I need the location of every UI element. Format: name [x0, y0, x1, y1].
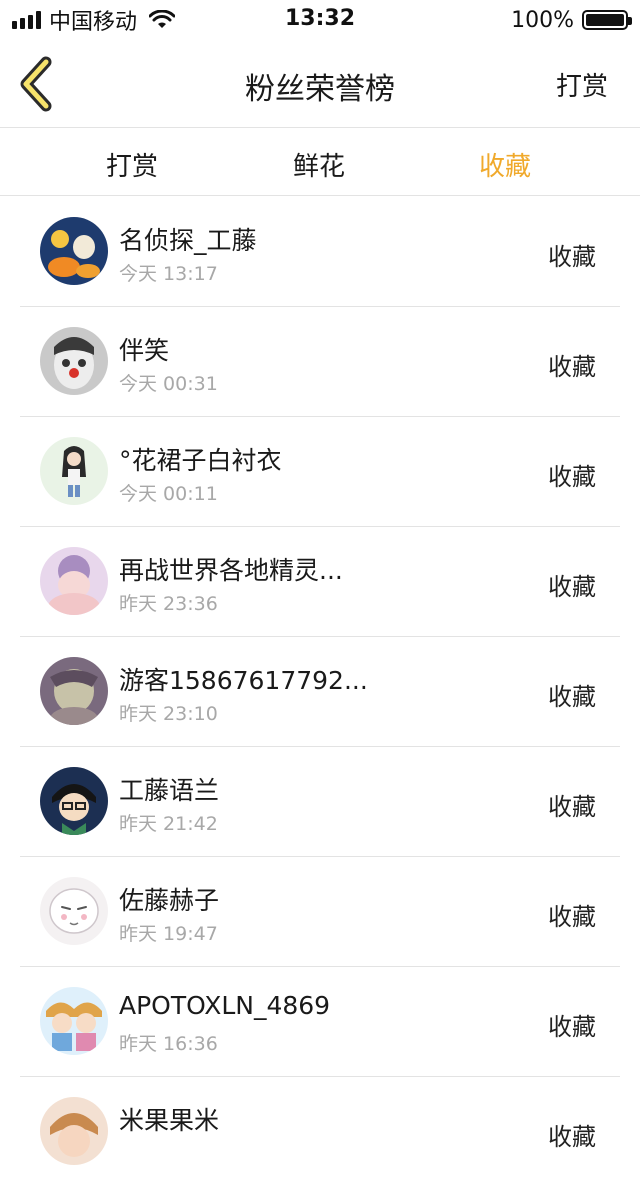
list-item[interactable]: 米果果米 收藏: [20, 1077, 620, 1187]
list-item[interactable]: 再战世界各地精灵... 昨天 23:36 收藏: [20, 527, 620, 637]
page-title: 粉丝荣誉榜: [245, 72, 395, 107]
avatar: [40, 437, 108, 505]
avatar: [40, 217, 108, 285]
fan-action: 收藏: [548, 1013, 596, 1041]
fan-list: 名侦探_工藤 今天 13:17 收藏 伴笑 今天 00:31 收藏 °花裙子白衬…: [0, 197, 640, 1187]
fan-action: 收藏: [548, 243, 596, 271]
tab-bar: 打赏 鲜花 收藏: [0, 128, 640, 196]
battery-percent: 100%: [511, 7, 574, 33]
fan-action: 收藏: [548, 463, 596, 491]
fan-action: 收藏: [548, 1123, 596, 1151]
avatar: [40, 547, 108, 615]
fan-name: 工藤语兰: [119, 776, 220, 805]
list-item[interactable]: 工藤语兰 昨天 21:42 收藏: [20, 747, 620, 857]
status-right: 100%: [511, 6, 632, 34]
fan-time: 今天 00:31: [119, 373, 218, 395]
battery-icon: [582, 10, 632, 30]
fan-time: 昨天 23:36: [119, 593, 218, 615]
list-item[interactable]: APOTOXLN_4869 昨天 16:36 收藏: [20, 967, 620, 1077]
avatar: [40, 1097, 108, 1165]
fan-action: 收藏: [548, 353, 596, 381]
fan-name: 伴笑: [119, 336, 170, 365]
fan-name: 米果果米: [119, 1106, 220, 1135]
list-item[interactable]: 佐藤赫子 昨天 19:47 收藏: [20, 857, 620, 967]
avatar: [40, 767, 108, 835]
status-bar: 中国移动 13:32 100%: [0, 0, 640, 40]
reward-button[interactable]: 打赏: [556, 66, 608, 103]
fan-time: 昨天 23:10: [119, 703, 218, 725]
fan-action: 收藏: [548, 573, 596, 601]
avatar: [40, 327, 108, 395]
tab-favorites[interactable]: 收藏: [445, 146, 565, 183]
avatar: [40, 657, 108, 725]
fan-name: APOTOXLN_4869: [119, 991, 331, 1020]
fan-name: 游客15867617792...: [119, 666, 368, 695]
fan-action: 收藏: [548, 903, 596, 931]
fan-time: 今天 13:17: [119, 263, 218, 285]
list-item[interactable]: 名侦探_工藤 今天 13:17 收藏: [20, 197, 620, 307]
fan-time: 昨天 16:36: [119, 1033, 218, 1055]
fan-name: 佐藤赫子: [119, 886, 220, 915]
list-item[interactable]: °花裙子白衬衣 今天 00:11 收藏: [20, 417, 620, 527]
fan-time: 昨天 21:42: [119, 813, 218, 835]
fan-name: 再战世界各地精灵...: [119, 556, 343, 585]
list-item[interactable]: 游客15867617792... 昨天 23:10 收藏: [20, 637, 620, 747]
fan-name: 名侦探_工藤: [119, 226, 257, 255]
fan-name: °花裙子白衬衣: [119, 446, 282, 475]
nav-bar: 粉丝荣誉榜 打赏: [0, 40, 640, 128]
fan-action: 收藏: [548, 683, 596, 711]
fan-action: 收藏: [548, 793, 596, 821]
avatar: [40, 987, 108, 1055]
fan-time: 昨天 19:47: [119, 923, 218, 945]
tab-flowers[interactable]: 鲜花: [259, 146, 379, 183]
fan-time: 今天 00:11: [119, 483, 218, 505]
tab-reward[interactable]: 打赏: [72, 146, 192, 183]
avatar: [40, 877, 108, 945]
list-item[interactable]: 伴笑 今天 00:31 收藏: [20, 307, 620, 417]
